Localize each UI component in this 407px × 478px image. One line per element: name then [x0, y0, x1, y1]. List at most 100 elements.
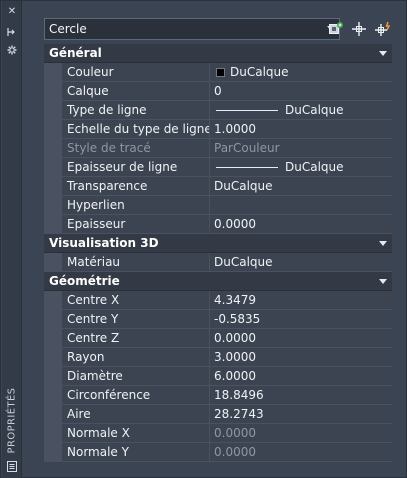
property-name: Epaisseur de ligne [62, 158, 210, 177]
property-row-centre-y[interactable]: Centre Y -0.5835 [44, 310, 392, 329]
property-value[interactable]: DuCalque [210, 101, 392, 120]
property-name: Echelle du type de ligne [62, 120, 210, 139]
property-value[interactable] [210, 196, 392, 215]
property-grid: Général Couleur DuCalque Calque 0 Type d… [44, 44, 392, 462]
auto-hide-icon[interactable] [5, 26, 19, 38]
property-value: 0.0000 [210, 443, 392, 462]
property-name: Centre Z [62, 329, 210, 348]
property-name: Type de ligne [62, 101, 210, 120]
property-row-normale-x: Normale X 0.0000 [44, 424, 392, 443]
category-visualisation-3d[interactable]: Visualisation 3D [44, 234, 392, 253]
object-type-value: Cercle [49, 22, 87, 36]
property-row-centre-x[interactable]: Centre X 4.3479 [44, 291, 392, 310]
property-name: Diamètre [62, 367, 210, 386]
row-gutter [44, 177, 62, 196]
row-gutter [44, 348, 62, 367]
collapse-icon[interactable] [379, 51, 387, 56]
property-value[interactable]: 0.0000 [210, 215, 392, 234]
property-name: Hyperlien [62, 196, 210, 215]
category-label: Géométrie [49, 274, 120, 288]
property-name: Couleur [62, 63, 210, 82]
collapse-icon[interactable] [379, 241, 387, 246]
category-geometrie[interactable]: Géométrie [44, 272, 392, 291]
property-name: Aire [62, 405, 210, 424]
property-value[interactable]: 0 [210, 82, 392, 101]
property-name: Circonférence [62, 386, 210, 405]
property-name: Epaisseur [62, 215, 210, 234]
property-value[interactable]: 6.0000 [210, 367, 392, 386]
property-value[interactable]: 1.0000 [210, 120, 392, 139]
row-gutter [44, 215, 62, 234]
property-value[interactable]: 0.0000 [210, 329, 392, 348]
category-label: Visualisation 3D [49, 236, 159, 250]
row-gutter [44, 120, 62, 139]
property-value[interactable]: DuCalque [210, 158, 392, 177]
property-row-couleur[interactable]: Couleur DuCalque [44, 63, 392, 82]
row-gutter [44, 367, 62, 386]
palette-title-strip[interactable]: ✕ PROPRIÉTÉS [2, 1, 22, 478]
row-gutter [44, 443, 62, 462]
property-row-epaisseur-de-ligne[interactable]: Epaisseur de ligne DuCalque [44, 158, 392, 177]
property-row-aire[interactable]: Aire 28.2743 [44, 405, 392, 424]
property-value: 0.0000 [210, 424, 392, 443]
property-name: Centre Y [62, 310, 210, 329]
row-gutter [44, 424, 62, 443]
property-value[interactable]: 28.2743 [210, 405, 392, 424]
palette-menu-icon[interactable] [5, 460, 19, 472]
property-value[interactable]: DuCalque [210, 177, 392, 196]
property-row-type-de-ligne[interactable]: Type de ligne DuCalque [44, 101, 392, 120]
property-value[interactable]: DuCalque [210, 253, 392, 272]
row-gutter [44, 253, 62, 272]
palette-main: Cercle Général Couleur DuCalque Calque 0… [23, 1, 407, 478]
row-gutter [44, 329, 62, 348]
property-row-rayon[interactable]: Rayon 3.0000 [44, 348, 392, 367]
lineweight-preview [216, 166, 278, 168]
property-name: Calque [62, 82, 210, 101]
row-gutter [44, 196, 62, 215]
color-swatch [216, 67, 225, 77]
property-row-normale-y: Normale Y 0.0000 [44, 443, 392, 462]
row-gutter [44, 405, 62, 424]
row-gutter [44, 158, 62, 177]
property-row-style-de-trace: Style de tracé ParCouleur [44, 139, 392, 158]
property-value[interactable]: 18.8496 [210, 386, 392, 405]
row-gutter [44, 101, 62, 120]
property-row-diametre[interactable]: Diamètre 6.0000 [44, 367, 392, 386]
property-value[interactable]: 3.0000 [210, 348, 392, 367]
close-icon[interactable]: ✕ [5, 6, 19, 18]
property-row-echelle[interactable]: Echelle du type de ligne 1.0000 [44, 120, 392, 139]
property-value[interactable]: DuCalque [210, 63, 392, 82]
row-gutter [44, 386, 62, 405]
row-gutter [44, 63, 62, 82]
property-value[interactable]: -0.5835 [210, 310, 392, 329]
linetype-preview [216, 109, 278, 111]
property-value-text: DuCalque [230, 65, 289, 79]
property-name: Normale X [62, 424, 210, 443]
category-general[interactable]: Général [44, 44, 392, 63]
toggle-pickadd-icon[interactable] [373, 19, 393, 39]
properties-palette: ✕ PROPRIÉTÉS Cercle Général Couleur DuCa… [0, 0, 407, 478]
property-row-hyperlien[interactable]: Hyperlien [44, 196, 392, 215]
property-name: Rayon [62, 348, 210, 367]
property-row-transparence[interactable]: Transparence DuCalque [44, 177, 392, 196]
row-gutter [44, 310, 62, 329]
property-value[interactable]: 4.3479 [210, 291, 392, 310]
scrollbar[interactable] [393, 44, 403, 472]
select-objects-icon[interactable] [349, 19, 369, 39]
property-name: Transparence [62, 177, 210, 196]
property-row-materiau[interactable]: Matériau DuCalque [44, 253, 392, 272]
property-value-text: DuCalque [285, 103, 344, 117]
row-gutter [44, 139, 62, 158]
palette-settings-icon[interactable] [5, 44, 19, 56]
property-row-circonference[interactable]: Circonférence 18.8496 [44, 386, 392, 405]
property-name: Centre X [62, 291, 210, 310]
quick-select-icon[interactable] [326, 19, 346, 39]
property-row-calque[interactable]: Calque 0 [44, 82, 392, 101]
property-row-epaisseur[interactable]: Epaisseur 0.0000 [44, 215, 392, 234]
row-gutter [44, 82, 62, 101]
collapse-icon[interactable] [379, 279, 387, 284]
property-name: Normale Y [62, 443, 210, 462]
property-row-centre-z[interactable]: Centre Z 0.0000 [44, 329, 392, 348]
category-label: Général [49, 46, 102, 60]
object-type-dropdown[interactable]: Cercle [44, 18, 340, 40]
